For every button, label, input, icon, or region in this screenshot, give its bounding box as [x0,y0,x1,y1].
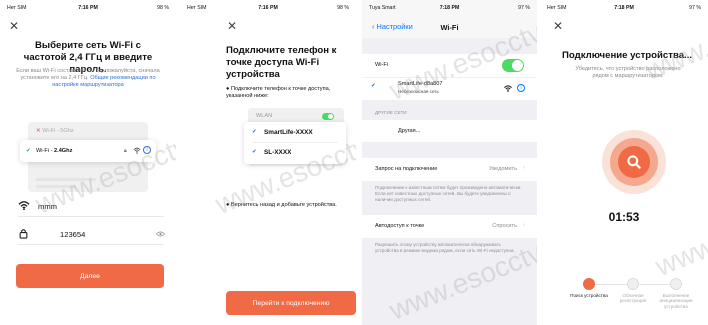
status-time: 7:18 PM [614,5,634,11]
page-title: Подключите телефон к точке доступа Wi-Fi… [226,45,337,80]
screen-ios-wifi-settings: Tuya Smart 7:18 PM 97 % Tuya Smart 7:18 … [362,0,537,325]
watermark: www.esocctv.ru [651,181,708,282]
wifi-24ghz-label: Wi-Fi - 2.4Ghz [36,148,72,154]
step-2-dot [627,278,639,290]
wifi-24ghz-band: 2.4Ghz [54,148,73,154]
close-icon[interactable]: ✕ [9,20,19,32]
screen-connecting-device: Нет SIM 7:18 PM 97 % ✕ Подключение устро… [540,0,708,325]
divider [252,142,338,143]
wifi-icon [504,85,512,92]
bullet-icon: ● [226,86,230,92]
screen-wifi-select: Нет SIM 7:16 PM 98 % ✕ Выберите сеть Wi-… [0,0,176,325]
status-bar: Нет SIM 7:16 PM 98 % [0,5,176,15]
divider [18,244,164,245]
check-icon: ✔ [252,129,257,135]
ask-to-join-value: Уведомить [489,166,517,172]
wifi-24ghz-prefix: Wi-Fi - [36,148,55,154]
other-networks-header: ДРУГИЕ СЕТИ [375,110,407,115]
wifi-5ghz-text: Wi-Fi - 5Ghz [42,128,74,134]
countdown-timer: 01:53 [608,210,640,224]
page-subtitle: Если ваш Wi-Fi составляет 5 ГГц, пожалуй… [14,68,162,90]
hotspot-item: SL-XXXX [264,149,292,156]
password-input[interactable]: 123654 [60,230,85,239]
close-icon[interactable]: ✕ [227,20,237,32]
watermark: www.esocctv.ru [385,225,537,325]
battery-label: 97 % [689,5,701,11]
cross-icon: ✕ [36,128,41,134]
other-network-label: Другая... [398,128,421,134]
ask-to-join-note: Подключение к известным сетям будет прои… [375,185,522,203]
screen-hotspot-connect: Нет SIM 7:16 PM 98 % ✕ Подключите телефо… [180,0,356,325]
lock-icon [19,229,28,239]
auto-hotspot-row[interactable]: Автодоступ к точке Спросить › [362,215,537,238]
check-icon: ✔ [26,148,31,154]
wlan-toggle [322,113,334,120]
check-icon: ✔ [371,83,376,89]
wifi-5ghz-label: ✕ Wi-Fi - 5Ghz [36,128,74,134]
nav-title: Wi-Fi [440,23,459,32]
step-label: Облачная регистрация [619,293,647,304]
next-button[interactable]: Далее [16,264,164,288]
battery-label: 98 % [337,5,349,11]
step-3-dot [670,278,682,290]
wifi-label: Wi-Fi [375,62,389,68]
step-1-text: ● Подключите телефон к точке доступа, ук… [226,86,346,100]
status-bar: Нет SIM 7:16 PM 98 % [180,5,356,15]
battery-label: 97 % [518,5,530,11]
other-network-row[interactable]: Другая... [362,120,537,142]
status-time: 7:16 PM [78,5,98,11]
go-to-connect-button[interactable]: Перейти к подключению [226,291,356,315]
status-bar: Tuya Smart 7:18 PM 97 % [362,5,537,15]
battery-label: 98 % [157,5,169,11]
status-time: 7:16 PM [258,5,278,11]
status-time: 7:18 PM [439,5,460,11]
step-label: Поиск устройства [570,293,608,298]
wifi-icon [18,201,30,210]
wlan-label: WLAN [256,113,273,119]
chevron-right-icon: › [523,222,525,228]
divider [18,216,164,217]
auto-hotspot-value: Спросить [492,223,517,229]
info-icon[interactable]: i [517,84,525,92]
ask-to-join-row[interactable]: Запрос на подключение Уведомить › [362,158,537,181]
check-icon: ✔ [252,149,257,155]
eye-icon[interactable] [156,231,165,237]
step-1-label: Подключите телефон к точке доступа, указ… [226,86,331,99]
auto-hotspot-label: Автодоступ к точке [375,223,425,229]
chevron-right-icon: › [523,165,525,171]
ask-to-join-label: Запрос на подключение [375,166,438,172]
search-icon [627,155,641,169]
step-label: Выполнение инициализации устройства [659,293,693,309]
hotspot-item: SmartLife-XXXX [264,129,313,136]
close-icon[interactable]: ✕ [553,20,563,32]
step-1-dot [583,278,595,290]
status-bar: Нет SIM 7:18 PM 97 % [540,5,708,15]
